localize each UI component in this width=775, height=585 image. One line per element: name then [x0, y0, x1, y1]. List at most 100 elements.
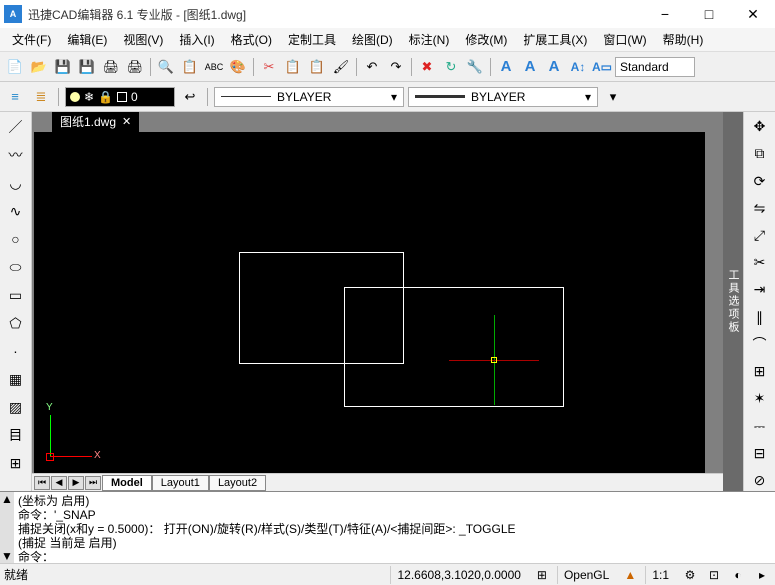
- matchprop-icon[interactable]: 🖌: [330, 56, 352, 78]
- saveall-icon[interactable]: 💾: [76, 56, 98, 78]
- print-icon[interactable]: 🖨: [100, 56, 122, 78]
- tab-close-icon[interactable]: ✕: [122, 115, 131, 128]
- menu-annotate[interactable]: 标注(N): [401, 29, 458, 50]
- properties-icon[interactable]: 📋: [179, 56, 201, 78]
- break-icon[interactable]: ⊘: [749, 470, 771, 491]
- scroll-up-icon[interactable]: ▲: [1, 492, 13, 506]
- scroll-down-icon[interactable]: ▼: [1, 549, 13, 563]
- minimize-button[interactable]: −: [643, 0, 687, 28]
- cut-icon[interactable]: ✂: [258, 56, 280, 78]
- setting3-icon[interactable]: ◐: [729, 567, 747, 583]
- osnap-icon[interactable]: ▲: [621, 567, 639, 583]
- status-scale[interactable]: 1:1: [645, 566, 675, 584]
- menu-extend[interactable]: 扩展工具(X): [515, 29, 595, 50]
- polygon-icon[interactable]: ⬠: [5, 312, 27, 334]
- layout-tab-model[interactable]: Model: [102, 475, 152, 491]
- explode-icon[interactable]: ✶: [749, 388, 771, 409]
- text-icon[interactable]: 目: [5, 424, 27, 446]
- menu-modify[interactable]: 修改(M): [457, 29, 515, 50]
- rectangle-entity[interactable]: [344, 287, 564, 407]
- tool-palette-handle[interactable]: 工具选项板: [723, 112, 743, 491]
- linetype-select[interactable]: BYLAYER ▾: [214, 87, 404, 107]
- rotate-icon[interactable]: ⟳: [749, 170, 771, 191]
- menu-draw[interactable]: 绘图(D): [344, 29, 401, 50]
- arc-icon[interactable]: ◡: [5, 172, 27, 194]
- open-icon[interactable]: 📂: [28, 56, 50, 78]
- region-icon[interactable]: ▨: [5, 396, 27, 418]
- menu-format[interactable]: 格式(O): [223, 29, 280, 50]
- polyline-icon[interactable]: 〰: [5, 144, 27, 166]
- text-style-select[interactable]: Standard: [615, 57, 695, 77]
- command-prompt[interactable]: 命令：: [18, 550, 771, 563]
- extend-icon[interactable]: ⇥: [749, 279, 771, 300]
- layerprev-icon[interactable]: ↩: [179, 86, 201, 108]
- mirror-icon[interactable]: ⇋: [749, 198, 771, 219]
- style-icon[interactable]: 🎨: [227, 56, 249, 78]
- find-icon[interactable]: 🔍: [155, 56, 177, 78]
- save-icon[interactable]: 💾: [52, 56, 74, 78]
- layerstate-icon[interactable]: ≣: [30, 86, 52, 108]
- spline-icon[interactable]: ∿: [5, 200, 27, 222]
- prev-tab-icon[interactable]: ◀: [51, 476, 67, 490]
- file-tab[interactable]: 图纸1.dwg ✕: [52, 112, 139, 132]
- menu-file[interactable]: 文件(F): [4, 29, 59, 50]
- circle-icon[interactable]: ○: [5, 228, 27, 250]
- redo-icon[interactable]: ↷: [385, 56, 407, 78]
- layers-icon[interactable]: ≡: [4, 86, 26, 108]
- layout-tab-2[interactable]: Layout2: [209, 475, 266, 491]
- text-scale-icon[interactable]: A▭: [591, 56, 613, 78]
- text-single-icon[interactable]: A: [495, 56, 517, 78]
- copy-entity-icon[interactable]: ⧉: [749, 143, 771, 164]
- move-icon[interactable]: ✥: [749, 116, 771, 137]
- first-tab-icon[interactable]: ⏮: [34, 476, 50, 490]
- status-opengl[interactable]: OpenGL: [557, 566, 615, 584]
- last-tab-icon[interactable]: ⏭: [85, 476, 101, 490]
- lineweight-select[interactable]: BYLAYER ▾: [408, 87, 598, 107]
- scale-icon[interactable]: ⤢: [749, 225, 771, 246]
- menu-custom[interactable]: 定制工具: [280, 29, 344, 50]
- fillet-icon[interactable]: ⌒: [749, 334, 771, 355]
- refresh-icon[interactable]: ↻: [440, 56, 462, 78]
- layer-select[interactable]: ❄ 🔒 0: [65, 87, 175, 107]
- text-multi-icon[interactable]: A: [519, 56, 541, 78]
- maximize-button[interactable]: □: [687, 0, 731, 28]
- menu-window[interactable]: 窗口(W): [595, 29, 654, 50]
- status-coords[interactable]: 12.6608,3.1020,0.0000: [390, 566, 526, 584]
- command-scroll[interactable]: ▲▼: [0, 492, 14, 563]
- point-icon[interactable]: ·: [5, 340, 27, 362]
- align-icon[interactable]: ⊟: [749, 443, 771, 464]
- array-icon[interactable]: ⊞: [749, 361, 771, 382]
- ellipse-icon[interactable]: ⬭: [5, 256, 27, 278]
- command-history[interactable]: (坐标为 启用) 命令：'_SNAP 捕捉关闭(x和y = 0.5000)： 打…: [14, 492, 775, 563]
- tool-icon[interactable]: 🔧: [464, 56, 486, 78]
- close-button[interactable]: ✕: [731, 0, 775, 28]
- menu-view[interactable]: 视图(V): [115, 29, 171, 50]
- hatch-icon[interactable]: ▦: [5, 368, 27, 390]
- next-tab-icon[interactable]: ▶: [68, 476, 84, 490]
- spellcheck-icon[interactable]: ABC: [203, 56, 225, 78]
- more-icon[interactable]: ▾: [602, 86, 624, 108]
- offset-icon[interactable]: ∥: [749, 307, 771, 328]
- join-icon[interactable]: ⎓: [749, 415, 771, 436]
- block-icon[interactable]: ⊞: [5, 452, 27, 474]
- paste-icon[interactable]: 📋: [306, 56, 328, 78]
- printpreview-icon[interactable]: 🖨: [124, 56, 146, 78]
- menu-insert[interactable]: 插入(I): [171, 29, 222, 50]
- text-style-icon[interactable]: A: [543, 56, 565, 78]
- setting1-icon[interactable]: ⚙: [681, 567, 699, 583]
- expand-icon[interactable]: ▸: [753, 567, 771, 583]
- new-icon[interactable]: 📄: [4, 56, 26, 78]
- setting2-icon[interactable]: ⊡: [705, 567, 723, 583]
- text-edit-icon[interactable]: A↕: [567, 56, 589, 78]
- delete-icon[interactable]: ✖: [416, 56, 438, 78]
- copy-icon[interactable]: 📋: [282, 56, 304, 78]
- undo-icon[interactable]: ↶: [361, 56, 383, 78]
- rectangle-icon[interactable]: ▭: [5, 284, 27, 306]
- snap-toggle-icon[interactable]: ⊞: [533, 567, 551, 583]
- menu-edit[interactable]: 编辑(E): [59, 29, 115, 50]
- line-icon[interactable]: ／: [5, 116, 27, 138]
- trim-icon[interactable]: ✂: [749, 252, 771, 273]
- layout-tab-1[interactable]: Layout1: [152, 475, 209, 491]
- model-canvas[interactable]: Y X: [34, 132, 705, 473]
- menu-help[interactable]: 帮助(H): [655, 29, 712, 50]
